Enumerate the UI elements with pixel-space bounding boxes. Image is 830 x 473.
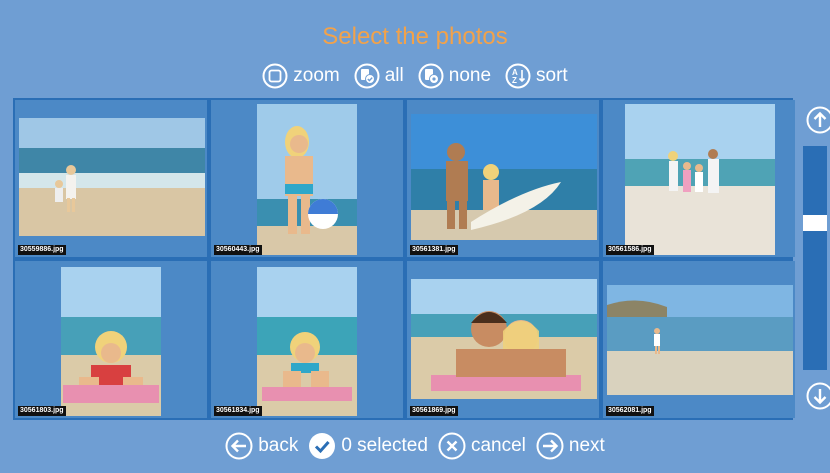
zoom-icon bbox=[262, 63, 288, 89]
arrow-down-icon bbox=[806, 382, 830, 410]
vertical-scrollbar[interactable] bbox=[803, 146, 827, 370]
svg-text:Z: Z bbox=[512, 76, 517, 85]
photo-filename: 30562081.jpg bbox=[606, 406, 654, 416]
photo-tile[interactable]: 30560443.jpg bbox=[211, 100, 403, 257]
photo-tile[interactable]: 30559886.jpg bbox=[15, 100, 207, 257]
family-beach-photo bbox=[625, 104, 775, 255]
arrow-up-icon bbox=[806, 106, 830, 134]
photo-tile[interactable]: 30562081.jpg bbox=[603, 261, 795, 418]
zoom-label: zoom bbox=[293, 65, 340, 86]
arrow-left-icon bbox=[225, 432, 253, 460]
selected-label: 0 selected bbox=[341, 435, 428, 456]
photo-tile[interactable]: 30561803.jpg bbox=[15, 261, 207, 418]
selected-count: 0 selected bbox=[308, 432, 428, 460]
photo-tile[interactable]: 30561869.jpg bbox=[407, 261, 599, 418]
couple-surfboard-photo bbox=[411, 114, 597, 240]
cancel-label: cancel bbox=[470, 435, 526, 456]
back-button[interactable]: back bbox=[225, 432, 298, 460]
select-all-label: all bbox=[384, 65, 404, 86]
photo-tile[interactable]: 30561586.jpg bbox=[603, 100, 795, 257]
close-icon bbox=[438, 432, 466, 460]
page-title: Select the photos bbox=[322, 23, 508, 50]
woman-beachball-photo bbox=[257, 104, 357, 255]
photo-tile[interactable]: 30561381.jpg bbox=[407, 100, 599, 257]
beach-family-photo bbox=[19, 118, 205, 236]
select-all-button[interactable]: all bbox=[354, 63, 404, 89]
select-all-icon bbox=[354, 63, 380, 89]
select-none-button[interactable]: none bbox=[418, 63, 491, 89]
select-none-label: none bbox=[448, 65, 492, 86]
sort-icon: AZ bbox=[505, 63, 531, 89]
photo-picker-screen: Select the photos zoom all none AZ sort bbox=[0, 0, 830, 473]
next-label: next bbox=[568, 435, 605, 456]
back-label: back bbox=[258, 435, 299, 456]
sort-button[interactable]: AZ sort bbox=[505, 63, 568, 89]
photo-filename: 30559886.jpg bbox=[18, 245, 66, 255]
couple-lying-photo bbox=[411, 279, 597, 399]
photo-filename: 30561803.jpg bbox=[18, 406, 66, 416]
man-shore-photo bbox=[607, 285, 793, 395]
sort-label: sort bbox=[536, 65, 568, 86]
photo-filename: 30561869.jpg bbox=[410, 406, 458, 416]
toolbar: zoom all none AZ sort bbox=[0, 62, 830, 90]
bottom-bar: back 0 selected cancel next bbox=[0, 430, 830, 462]
photo-grid: 30559886.jpg 30560443.jpg 30561381.jpg 3… bbox=[13, 98, 795, 420]
photo-filename: 30560443.jpg bbox=[214, 245, 262, 255]
select-none-icon bbox=[418, 63, 444, 89]
cancel-button[interactable]: cancel bbox=[438, 432, 526, 460]
scroll-up-button[interactable] bbox=[806, 106, 830, 134]
photo-filename: 30561381.jpg bbox=[410, 245, 458, 255]
photo-tile[interactable]: 30561834.jpg bbox=[211, 261, 403, 418]
arrow-right-icon bbox=[536, 432, 564, 460]
scroll-down-button[interactable] bbox=[806, 382, 830, 410]
zoom-button[interactable]: zoom bbox=[262, 63, 340, 89]
photo-filename: 30561834.jpg bbox=[214, 406, 262, 416]
photo-filename: 30561586.jpg bbox=[606, 245, 654, 255]
woman-lying-sand-photo bbox=[257, 267, 357, 416]
woman-lying-towel-photo bbox=[61, 267, 161, 416]
next-button[interactable]: next bbox=[536, 432, 605, 460]
scrollbar-thumb[interactable] bbox=[803, 215, 827, 231]
check-circle-icon bbox=[308, 432, 336, 460]
